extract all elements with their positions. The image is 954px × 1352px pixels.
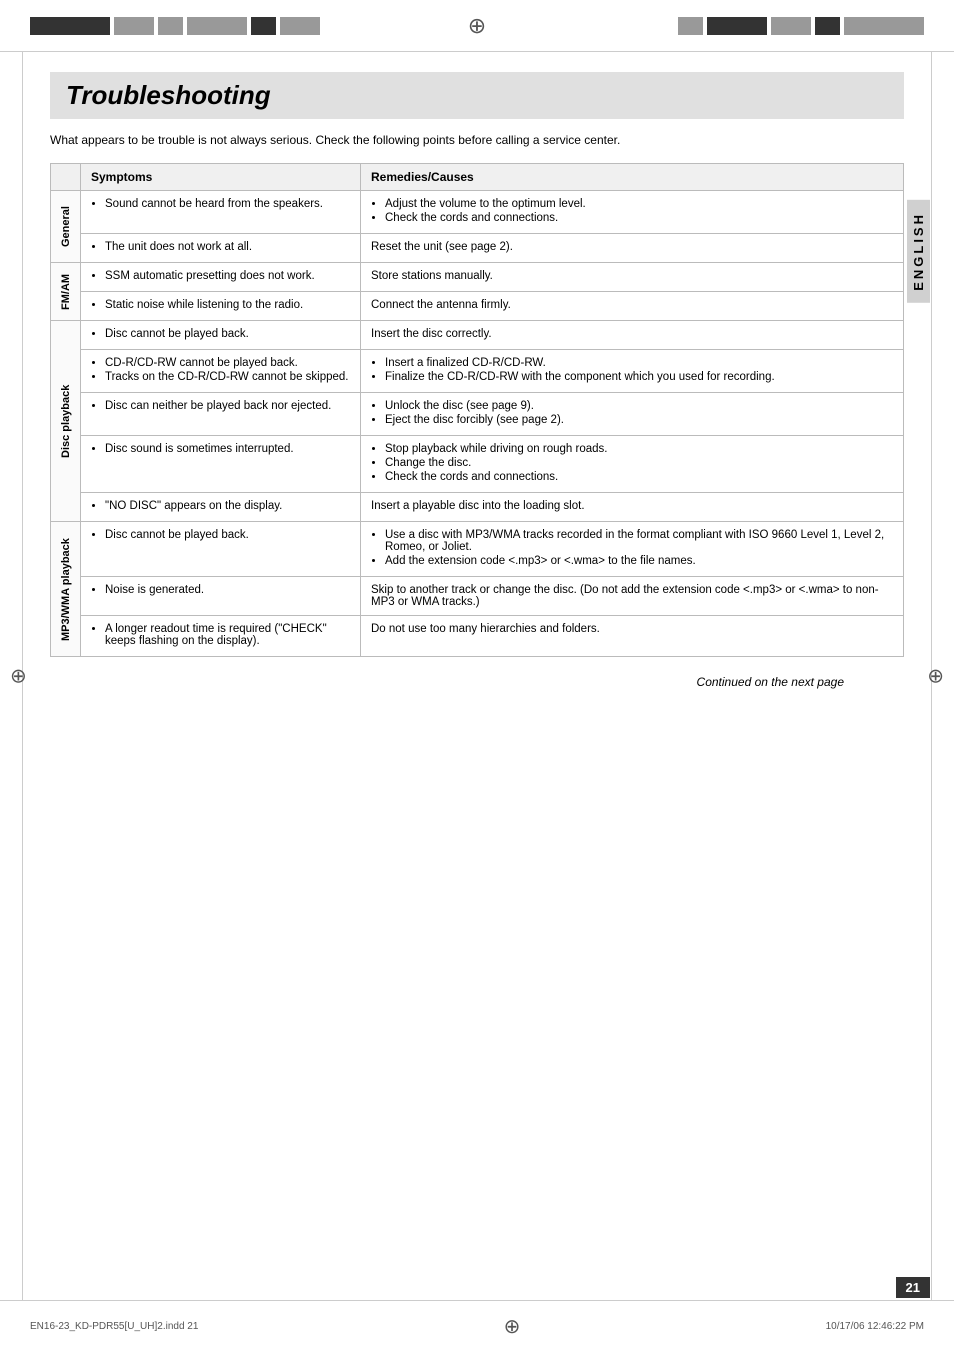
bar-block-5 [251, 17, 276, 35]
table-row: "NO DISC" appears on the display. Insert… [51, 493, 904, 522]
list-item: Stop playback while driving on rough roa… [385, 443, 893, 455]
bar-block-r4 [815, 17, 840, 35]
bar-block-4 [187, 17, 247, 35]
table-row: Disc sound is sometimes interrupted. Sto… [51, 436, 904, 493]
symptom-cell: Disc cannot be played back. [81, 522, 361, 577]
table-row: The unit does not work at all. Reset the… [51, 234, 904, 263]
category-general: General [51, 191, 81, 263]
category-mp3wma: MP3/WMA playback [51, 522, 81, 657]
remedy-cell: Adjust the volume to the optimum level. … [361, 191, 904, 234]
table-row: Disc playback Disc cannot be played back… [51, 321, 904, 350]
right-crosshair: ⊕ [927, 664, 944, 689]
bar-block-1 [30, 17, 110, 35]
symptom-cell: Noise is generated. [81, 577, 361, 616]
list-item: Tracks on the CD-R/CD-RW cannot be skipp… [105, 371, 350, 383]
symptom-cell: Disc can neither be played back nor ejec… [81, 393, 361, 436]
list-item: Change the disc. [385, 457, 893, 469]
bar-block-2 [114, 17, 154, 35]
symptom-cell: The unit does not work at all. [81, 234, 361, 263]
table-row: CD-R/CD-RW cannot be played back. Tracks… [51, 350, 904, 393]
symptom-cell: Sound cannot be heard from the speakers. [81, 191, 361, 234]
list-item: Adjust the volume to the optimum level. [385, 198, 893, 210]
list-item: CD-R/CD-RW cannot be played back. [105, 357, 350, 369]
remedy-cell: Unlock the disc (see page 9). Eject the … [361, 393, 904, 436]
remedy-cell: Stop playback while driving on rough roa… [361, 436, 904, 493]
list-item: Disc sound is sometimes interrupted. [105, 443, 350, 455]
page-title: Troubleshooting [50, 72, 904, 119]
top-center-crosshair [463, 12, 491, 40]
intro-text: What appears to be trouble is not always… [50, 133, 904, 147]
category-disc-playback: Disc playback [51, 321, 81, 522]
table-row: Noise is generated. Skip to another trac… [51, 577, 904, 616]
continued-text: Continued on the next page [50, 675, 904, 689]
remedy-cell: Use a disc with MP3/WMA tracks recorded … [361, 522, 904, 577]
bar-block-3 [158, 17, 183, 35]
list-item: A longer readout time is required ("CHEC… [105, 623, 350, 647]
bar-block-6 [280, 17, 320, 35]
top-bar-right-blocks [678, 17, 924, 35]
remedy-cell: Reset the unit (see page 2). [361, 234, 904, 263]
list-item: Add the extension code <.mp3> or <.wma> … [385, 555, 893, 567]
symptom-cell: "NO DISC" appears on the display. [81, 493, 361, 522]
list-item: Disc cannot be played back. [105, 328, 350, 340]
list-item: Insert a finalized CD-R/CD-RW. [385, 357, 893, 369]
left-crosshair: ⊕ [10, 664, 27, 689]
symptom-cell: Disc sound is sometimes interrupted. [81, 436, 361, 493]
list-item: Check the cords and connections. [385, 212, 893, 224]
list-item: Static noise while listening to the radi… [105, 299, 350, 311]
page-number: 21 [896, 1277, 930, 1298]
bottom-left-text: EN16-23_KD-PDR55[U_UH]2.indd 21 [30, 1321, 198, 1332]
col-header-spacer [51, 164, 81, 191]
table-row: A longer readout time is required ("CHEC… [51, 616, 904, 657]
remedy-cell: Insert the disc correctly. [361, 321, 904, 350]
main-content: Troubleshooting What appears to be troub… [30, 52, 924, 709]
bar-block-r2 [707, 17, 767, 35]
symptom-cell: SSM automatic presetting does not work. [81, 263, 361, 292]
remedy-cell: Insert a playable disc into the loading … [361, 493, 904, 522]
bottom-crosshair [498, 1313, 526, 1341]
remedy-cell: Store stations manually. [361, 263, 904, 292]
page: ⊕ ⊕ ENGLISH Troubleshooting What appears… [0, 0, 954, 1352]
col-header-remedies: Remedies/Causes [361, 164, 904, 191]
table-row: Static noise while listening to the radi… [51, 292, 904, 321]
table-row: General Sound cannot be heard from the s… [51, 191, 904, 234]
list-item: "NO DISC" appears on the display. [105, 500, 350, 512]
remedy-cell: Insert a finalized CD-R/CD-RW. Finalize … [361, 350, 904, 393]
symptom-cell: CD-R/CD-RW cannot be played back. Tracks… [81, 350, 361, 393]
bar-block-r5 [844, 17, 924, 35]
remedy-cell: Skip to another track or change the disc… [361, 577, 904, 616]
list-item: Finalize the CD-R/CD-RW with the compone… [385, 371, 893, 383]
list-item: Use a disc with MP3/WMA tracks recorded … [385, 529, 893, 553]
bottom-bar: EN16-23_KD-PDR55[U_UH]2.indd 21 10/17/06… [0, 1300, 954, 1352]
troubleshoot-table: Symptoms Remedies/Causes General Sound c… [50, 163, 904, 657]
list-item: SSM automatic presetting does not work. [105, 270, 350, 282]
list-item: Eject the disc forcibly (see page 2). [385, 414, 893, 426]
top-bar [0, 0, 954, 52]
list-item: Sound cannot be heard from the speakers. [105, 198, 350, 210]
list-item: Check the cords and connections. [385, 471, 893, 483]
top-bar-left-blocks [30, 17, 320, 35]
col-header-symptoms: Symptoms [81, 164, 361, 191]
list-item: Unlock the disc (see page 9). [385, 400, 893, 412]
list-item: Disc cannot be played back. [105, 529, 350, 541]
bottom-center [488, 1313, 536, 1341]
table-row: MP3/WMA playback Disc cannot be played b… [51, 522, 904, 577]
list-item: Disc can neither be played back nor ejec… [105, 400, 350, 412]
remedy-cell: Connect the antenna firmly. [361, 292, 904, 321]
list-item: The unit does not work at all. [105, 241, 350, 253]
remedy-cell: Do not use too many hierarchies and fold… [361, 616, 904, 657]
symptom-cell: Disc cannot be played back. [81, 321, 361, 350]
table-row: FM/AM SSM automatic presetting does not … [51, 263, 904, 292]
symptom-cell: Static noise while listening to the radi… [81, 292, 361, 321]
symptom-cell: A longer readout time is required ("CHEC… [81, 616, 361, 657]
english-label: ENGLISH [907, 200, 930, 303]
bar-block-r3 [771, 17, 811, 35]
list-item: Noise is generated. [105, 584, 350, 596]
bottom-right-text: 10/17/06 12:46:22 PM [826, 1321, 924, 1332]
table-row: Disc can neither be played back nor ejec… [51, 393, 904, 436]
category-fmam: FM/AM [51, 263, 81, 321]
bar-block-r1 [678, 17, 703, 35]
